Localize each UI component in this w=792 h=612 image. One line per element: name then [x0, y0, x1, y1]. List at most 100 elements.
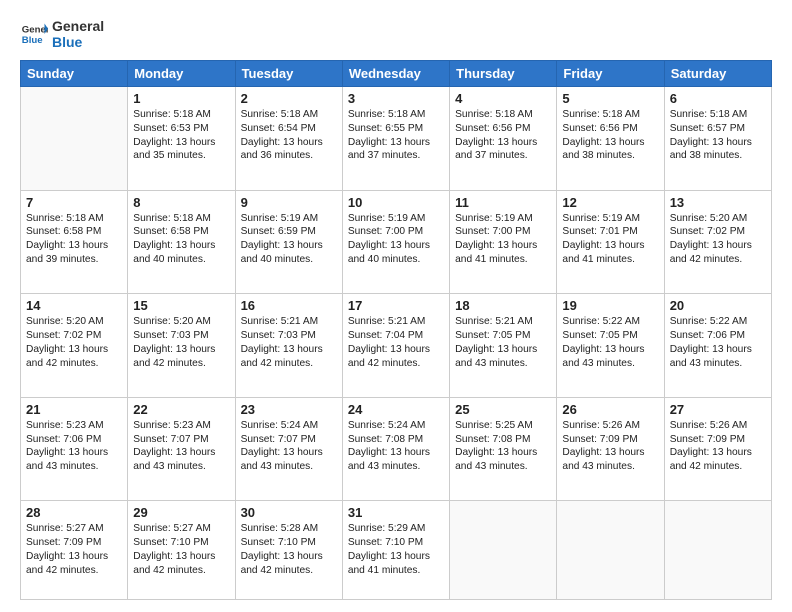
- cell-content: Sunrise: 5:23 AM Sunset: 7:07 PM Dayligh…: [133, 419, 229, 474]
- calendar-cell: 2Sunrise: 5:18 AM Sunset: 6:54 PM Daylig…: [235, 87, 342, 191]
- cell-content: Sunrise: 5:29 AM Sunset: 7:10 PM Dayligh…: [348, 522, 444, 577]
- cell-content: Sunrise: 5:18 AM Sunset: 6:56 PM Dayligh…: [455, 108, 551, 163]
- cell-content: Sunrise: 5:26 AM Sunset: 7:09 PM Dayligh…: [670, 419, 766, 474]
- calendar-cell: 28 Sunrise: 5:27 AM Sunset: 7:09 PM Dayli…: [21, 501, 128, 600]
- cell-content: Sunrise: 5:19 AM Sunset: 7:01 PM Dayligh…: [562, 212, 658, 267]
- cell-content: Sunrise: 5:18 AM Sunset: 6:56 PM Dayligh…: [562, 108, 658, 163]
- calendar-cell: 27 Sunrise: 5:26 AM Sunset: 7:09 PM Dayli…: [664, 397, 771, 501]
- cell-content: Sunrise: 5:20 AM Sunset: 7:02 PM Dayligh…: [26, 315, 122, 370]
- cell-content: Sunrise: 5:26 AM Sunset: 7:09 PM Dayligh…: [562, 419, 658, 474]
- cell-content: Sunrise: 5:25 AM Sunset: 7:08 PM Dayligh…: [455, 419, 551, 474]
- day-number: 29: [133, 505, 229, 520]
- header: General Blue General Blue: [20, 18, 772, 50]
- cell-content: Sunrise: 5:19 AM Sunset: 6:59 PM Dayligh…: [241, 212, 337, 267]
- logo: General Blue General Blue: [20, 18, 104, 50]
- day-number: 17: [348, 298, 444, 313]
- calendar-cell: 6Sunrise: 5:18 AM Sunset: 6:57 PM Daylig…: [664, 87, 771, 191]
- calendar-cell: 21 Sunrise: 5:23 AM Sunset: 7:06 PM Dayli…: [21, 397, 128, 501]
- calendar-cell: 12 Sunrise: 5:19 AM Sunset: 7:01 PM Dayli…: [557, 190, 664, 294]
- calendar-cell: 16Sunrise: 5:21 AM Sunset: 7:03 PM Dayli…: [235, 294, 342, 398]
- calendar-cell: 10 Sunrise: 5:19 AM Sunset: 7:00 PM Dayli…: [342, 190, 449, 294]
- calendar-cell: 18Sunrise: 5:21 AM Sunset: 7:05 PM Dayli…: [450, 294, 557, 398]
- cell-content: Sunrise: 5:22 AM Sunset: 7:05 PM Dayligh…: [562, 315, 658, 370]
- calendar-cell: 5 Sunrise: 5:18 AM Sunset: 6:56 PM Daylig…: [557, 87, 664, 191]
- day-number: 7: [26, 195, 122, 210]
- day-number: 4: [455, 91, 551, 106]
- cell-content: Sunrise: 5:22 AM Sunset: 7:06 PM Dayligh…: [670, 315, 766, 370]
- calendar-cell: 20 Sunrise: 5:22 AM Sunset: 7:06 PM Dayli…: [664, 294, 771, 398]
- cell-content: Sunrise: 5:24 AM Sunset: 7:07 PM Dayligh…: [241, 419, 337, 474]
- logo-blue-text: Blue: [52, 34, 104, 50]
- cell-content: Sunrise: 5:18 AM Sunset: 6:57 PM Dayligh…: [670, 108, 766, 163]
- day-number: 12: [562, 195, 658, 210]
- calendar-cell: 29Sunrise: 5:27 AM Sunset: 7:10 PM Dayli…: [128, 501, 235, 600]
- cell-content: Sunrise: 5:28 AM Sunset: 7:10 PM Dayligh…: [241, 522, 337, 577]
- calendar-cell: 4 Sunrise: 5:18 AM Sunset: 6:56 PM Daylig…: [450, 87, 557, 191]
- day-number: 9: [241, 195, 337, 210]
- col-header-saturday: Saturday: [664, 61, 771, 87]
- calendar-cell: 25 Sunrise: 5:25 AM Sunset: 7:08 PM Dayli…: [450, 397, 557, 501]
- calendar-cell: 13 Sunrise: 5:20 AM Sunset: 7:02 PM Dayli…: [664, 190, 771, 294]
- calendar-week-row: 28 Sunrise: 5:27 AM Sunset: 7:09 PM Dayli…: [21, 501, 772, 600]
- calendar-cell: 1 Sunrise: 5:18 AM Sunset: 6:53 PM Daylig…: [128, 87, 235, 191]
- svg-text:General: General: [22, 24, 48, 35]
- day-number: 31: [348, 505, 444, 520]
- calendar-cell: 15 Sunrise: 5:20 AM Sunset: 7:03 PM Dayli…: [128, 294, 235, 398]
- day-number: 27: [670, 402, 766, 417]
- col-header-sunday: Sunday: [21, 61, 128, 87]
- cell-content: Sunrise: 5:19 AM Sunset: 7:00 PM Dayligh…: [348, 212, 444, 267]
- calendar-cell: 22 Sunrise: 5:23 AM Sunset: 7:07 PM Dayli…: [128, 397, 235, 501]
- day-number: 5: [562, 91, 658, 106]
- logo-icon: General Blue: [20, 20, 48, 48]
- col-header-tuesday: Tuesday: [235, 61, 342, 87]
- day-number: 1: [133, 91, 229, 106]
- calendar-week-row: 7 Sunrise: 5:18 AM Sunset: 6:58 PM Daylig…: [21, 190, 772, 294]
- page: General Blue General Blue SundayMondayTu…: [0, 0, 792, 612]
- calendar-cell: 7 Sunrise: 5:18 AM Sunset: 6:58 PM Daylig…: [21, 190, 128, 294]
- calendar-week-row: 14 Sunrise: 5:20 AM Sunset: 7:02 PM Dayli…: [21, 294, 772, 398]
- logo-general-text: General: [52, 18, 104, 34]
- day-number: 20: [670, 298, 766, 313]
- cell-content: Sunrise: 5:23 AM Sunset: 7:06 PM Dayligh…: [26, 419, 122, 474]
- day-number: 8: [133, 195, 229, 210]
- cell-content: Sunrise: 5:18 AM Sunset: 6:55 PM Dayligh…: [348, 108, 444, 163]
- cell-content: Sunrise: 5:18 AM Sunset: 6:53 PM Dayligh…: [133, 108, 229, 163]
- calendar-cell: 9 Sunrise: 5:19 AM Sunset: 6:59 PM Daylig…: [235, 190, 342, 294]
- cell-content: Sunrise: 5:18 AM Sunset: 6:54 PM Dayligh…: [241, 108, 337, 163]
- calendar-week-row: 1 Sunrise: 5:18 AM Sunset: 6:53 PM Daylig…: [21, 87, 772, 191]
- day-number: 15: [133, 298, 229, 313]
- cell-content: Sunrise: 5:21 AM Sunset: 7:04 PM Dayligh…: [348, 315, 444, 370]
- col-header-friday: Friday: [557, 61, 664, 87]
- cell-content: Sunrise: 5:20 AM Sunset: 7:03 PM Dayligh…: [133, 315, 229, 370]
- col-header-monday: Monday: [128, 61, 235, 87]
- cell-content: Sunrise: 5:20 AM Sunset: 7:02 PM Dayligh…: [670, 212, 766, 267]
- cell-content: Sunrise: 5:18 AM Sunset: 6:58 PM Dayligh…: [133, 212, 229, 267]
- day-number: 26: [562, 402, 658, 417]
- day-number: 21: [26, 402, 122, 417]
- cell-content: Sunrise: 5:27 AM Sunset: 7:09 PM Dayligh…: [26, 522, 122, 577]
- day-number: 10: [348, 195, 444, 210]
- day-number: 14: [26, 298, 122, 313]
- calendar-cell: 17 Sunrise: 5:21 AM Sunset: 7:04 PM Dayli…: [342, 294, 449, 398]
- calendar-cell: [450, 501, 557, 600]
- day-number: 19: [562, 298, 658, 313]
- day-number: 22: [133, 402, 229, 417]
- day-number: 13: [670, 195, 766, 210]
- calendar-cell: 23 Sunrise: 5:24 AM Sunset: 7:07 PM Dayli…: [235, 397, 342, 501]
- day-number: 30: [241, 505, 337, 520]
- calendar-cell: 30 Sunrise: 5:28 AM Sunset: 7:10 PM Dayli…: [235, 501, 342, 600]
- day-number: 24: [348, 402, 444, 417]
- calendar-cell: [21, 87, 128, 191]
- cell-content: Sunrise: 5:21 AM Sunset: 7:05 PM Dayligh…: [455, 315, 551, 370]
- cell-content: Sunrise: 5:21 AM Sunset: 7:03 PM Dayligh…: [241, 315, 337, 370]
- calendar-cell: 11Sunrise: 5:19 AM Sunset: 7:00 PM Dayli…: [450, 190, 557, 294]
- day-number: 28: [26, 505, 122, 520]
- calendar-cell: 14 Sunrise: 5:20 AM Sunset: 7:02 PM Dayli…: [21, 294, 128, 398]
- day-number: 25: [455, 402, 551, 417]
- cell-content: Sunrise: 5:18 AM Sunset: 6:58 PM Dayligh…: [26, 212, 122, 267]
- day-number: 23: [241, 402, 337, 417]
- calendar-cell: 19 Sunrise: 5:22 AM Sunset: 7:05 PM Dayli…: [557, 294, 664, 398]
- calendar-cell: [664, 501, 771, 600]
- calendar-week-row: 21 Sunrise: 5:23 AM Sunset: 7:06 PM Dayli…: [21, 397, 772, 501]
- calendar-header-row: SundayMondayTuesdayWednesdayThursdayFrid…: [21, 61, 772, 87]
